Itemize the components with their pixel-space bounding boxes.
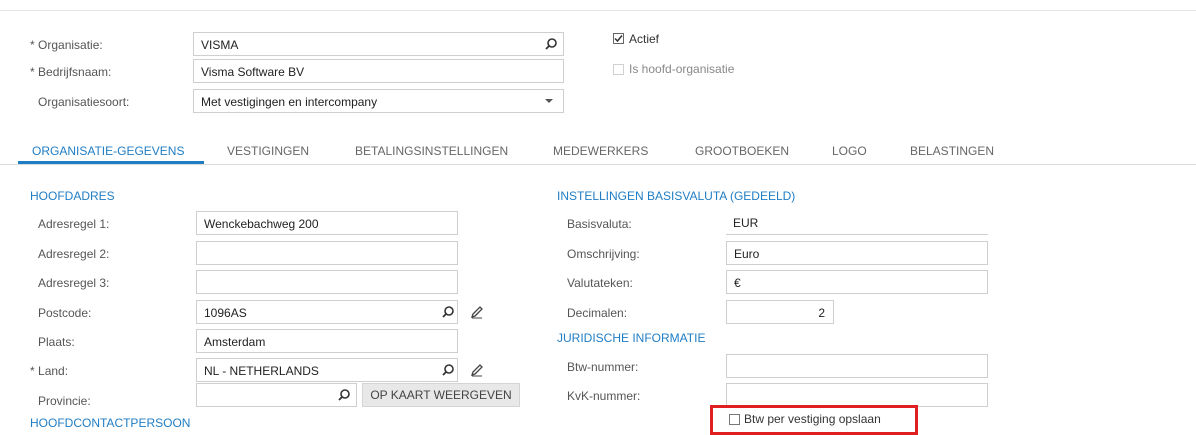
- adresregel3-label: Adresregel 3:: [38, 276, 110, 290]
- juridische-informatie-section-title: JURIDISCHE INFORMATIE: [557, 331, 706, 345]
- land-value: NL - NETHERLANDS: [204, 364, 319, 378]
- search-icon[interactable]: [544, 37, 558, 51]
- checkmark-icon: [614, 35, 623, 43]
- organisatiesoort-value: Met vestigingen en intercompany: [201, 95, 378, 109]
- tab-grootboeken[interactable]: GROOTBOEKEN: [695, 144, 789, 158]
- omschrijving-label: Omschrijving:: [567, 247, 640, 261]
- omschrijving-input[interactable]: Euro: [726, 241, 988, 265]
- actief-checkbox[interactable]: [613, 33, 624, 44]
- basisvaluta-readonly: EUR: [726, 211, 988, 235]
- pencil-icon[interactable]: [470, 363, 484, 377]
- plaats-value: Amsterdam: [204, 335, 266, 349]
- organisatie-input[interactable]: VISMA: [193, 32, 564, 56]
- land-label: Land:: [30, 364, 68, 378]
- search-icon[interactable]: [441, 363, 455, 377]
- tab-belastingen[interactable]: BELASTINGEN: [910, 144, 994, 158]
- tab-organisatie-gegevens[interactable]: ORGANISATIE-GEGEVENS: [32, 144, 184, 158]
- hoofd-organisatie-checkbox[interactable]: [613, 64, 624, 75]
- valutateken-label: Valutateken:: [567, 276, 633, 290]
- organisatie-label: Organisatie:: [30, 38, 103, 52]
- actief-label: Actief: [629, 32, 660, 46]
- omschrijving-value: Euro: [734, 247, 760, 261]
- provincie-input[interactable]: [196, 383, 357, 407]
- search-icon[interactable]: [337, 388, 351, 402]
- bedrijfsnaam-label: Bedrijfsnaam:: [30, 65, 111, 79]
- postcode-label: Postcode:: [38, 306, 92, 320]
- postcode-value: 1096AS: [204, 306, 247, 320]
- btw-nummer-input[interactable]: [726, 354, 988, 378]
- hoofdadres-section-title: HOOFDADRES: [30, 189, 115, 203]
- valutateken-input[interactable]: €: [726, 270, 988, 294]
- hoofdcontactpersoon-section-title: HOOFDCONTACTPERSOON: [30, 416, 191, 430]
- postcode-input[interactable]: 1096AS: [196, 300, 458, 324]
- basisvaluta-section-title: INSTELLINGEN BASISVALUTA (GEDEELD): [557, 189, 796, 203]
- basisvaluta-value: EUR: [733, 216, 759, 230]
- plaats-input[interactable]: Amsterdam: [196, 329, 458, 353]
- bedrijfsnaam-input[interactable]: Visma Software BV: [193, 59, 564, 83]
- bedrijfsnaam-value: Visma Software BV: [201, 65, 305, 79]
- valutateken-value: €: [734, 276, 741, 290]
- kvk-nummer-input[interactable]: [726, 383, 988, 407]
- adresregel2-input[interactable]: [196, 241, 458, 265]
- top-divider: [0, 10, 1196, 11]
- decimalen-label: Decimalen:: [567, 306, 628, 320]
- tab-vestigingen[interactable]: VESTIGINGEN: [227, 144, 309, 158]
- search-icon[interactable]: [441, 305, 455, 319]
- adresregel2-label: Adresregel 2:: [38, 247, 110, 261]
- op-kaart-weergeven-button[interactable]: OP KAART WEERGEVEN: [362, 383, 520, 407]
- adresregel3-input[interactable]: [196, 270, 458, 294]
- organisatiesoort-label: Organisatiesoort:: [38, 95, 130, 109]
- adresregel1-input[interactable]: Wenckebachweg 200: [196, 211, 458, 235]
- chevron-down-icon[interactable]: [544, 96, 554, 106]
- adresregel1-value: Wenckebachweg 200: [204, 217, 319, 231]
- organisatiesoort-select[interactable]: Met vestigingen en intercompany: [193, 89, 564, 113]
- basisvaluta-label: Basisvaluta:: [567, 217, 632, 231]
- tab-logo[interactable]: LOGO: [832, 144, 867, 158]
- tab-betalingsinstellingen[interactable]: BETALINGSINSTELLINGEN: [355, 144, 508, 158]
- plaats-label: Plaats:: [38, 335, 75, 349]
- decimalen-value: 2: [818, 306, 825, 320]
- active-tab-indicator: [18, 161, 204, 164]
- pencil-icon[interactable]: [470, 305, 484, 319]
- tab-medewerkers[interactable]: MEDEWERKERS: [553, 144, 648, 158]
- provincie-label: Provincie:: [38, 394, 91, 408]
- adresregel1-label: Adresregel 1:: [38, 217, 110, 231]
- decimalen-input[interactable]: 2: [726, 300, 834, 324]
- hoofd-organisatie-label: Is hoofd-organisatie: [629, 62, 735, 76]
- organisatie-value: VISMA: [201, 38, 239, 52]
- kvk-nummer-label: KvK-nummer:: [567, 389, 641, 403]
- btw-nummer-label: Btw-nummer:: [567, 360, 639, 374]
- land-input[interactable]: NL - NETHERLANDS: [196, 358, 458, 382]
